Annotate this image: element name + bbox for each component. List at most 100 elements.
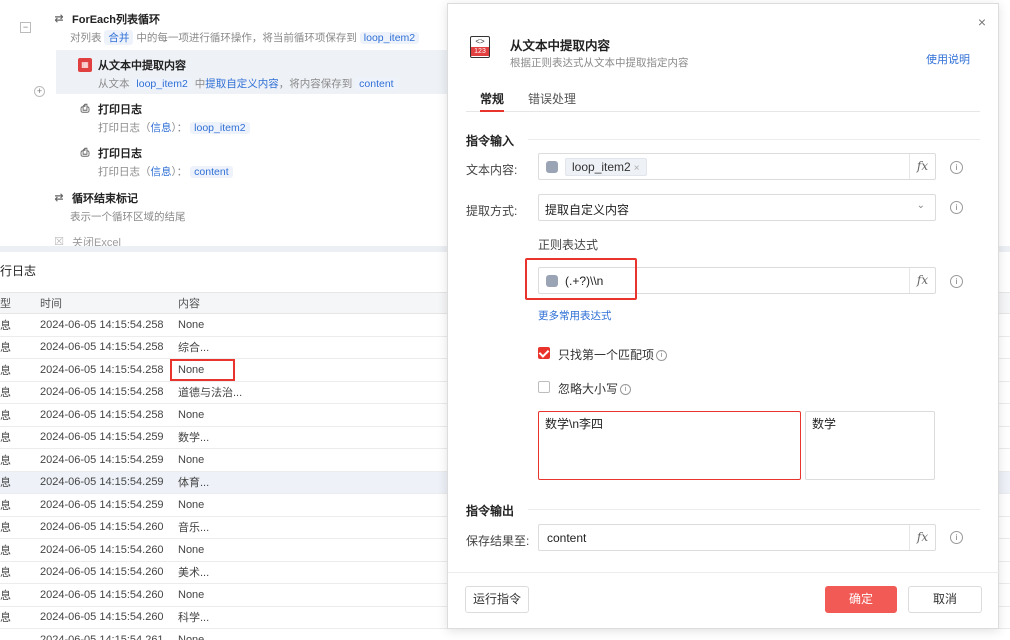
- ok-button[interactable]: 确定: [825, 586, 897, 613]
- cell-content: None: [178, 498, 205, 511]
- step-title: 打印日志: [98, 104, 142, 116]
- cell-type: 息: [0, 544, 11, 557]
- collapse-toggle[interactable]: −: [20, 22, 31, 33]
- cell-type: 息: [0, 567, 11, 580]
- cell-type: 息: [0, 612, 11, 625]
- cell-content: 科学...: [178, 612, 210, 625]
- dialog-tabs: 常规 错误处理: [466, 90, 980, 112]
- table-row[interactable]: 2024-06-05 14:15:54.261 None: [0, 629, 1010, 640]
- cell-time: 2024-06-05 14:15:54.259: [40, 476, 164, 489]
- cell-content: 体育...: [178, 477, 210, 490]
- step-title: 循环结束标记: [72, 193, 138, 205]
- section-input-title: 指令输入: [466, 134, 515, 148]
- flow-step-loop-end[interactable]: ⇄ 循环结束标记 表示一个循环区域的结尾: [52, 190, 452, 224]
- highlight-box-regex: [525, 258, 637, 300]
- cancel-button[interactable]: 取消: [908, 586, 982, 613]
- loop-icon: ⇄: [54, 13, 64, 25]
- cell-time: 2024-06-05 14:15:54.258: [40, 341, 164, 354]
- step-desc: 从文本 loop_item2 中提取自定义内容，将内容保存到 content: [78, 76, 478, 91]
- extract-text-icon: <> 123: [470, 36, 490, 58]
- info-icon[interactable]: i: [950, 161, 963, 174]
- dialog-footer-divider: [448, 572, 1000, 573]
- print-icon: ⎙: [80, 103, 90, 115]
- fx-button[interactable]: fx: [909, 268, 935, 293]
- save-result-label: 保存结果至:: [466, 534, 530, 548]
- cell-time: 2024-06-05 14:15:54.260: [40, 543, 164, 556]
- cell-time: 2024-06-05 14:15:54.258: [40, 363, 164, 376]
- ignore-case-checkbox[interactable]: [538, 381, 550, 393]
- fx-button[interactable]: fx: [909, 154, 935, 179]
- cell-content: None: [178, 588, 205, 601]
- col-time-header[interactable]: 时间: [34, 295, 174, 311]
- cell-content: 综合...: [178, 342, 210, 355]
- cell-time: 2024-06-05 14:15:54.258: [40, 386, 164, 399]
- cell-type: 息: [0, 432, 11, 445]
- cell-time: 2024-06-05 14:15:54.260: [40, 588, 164, 601]
- cell-time: 2024-06-05 14:15:54.260: [40, 611, 164, 624]
- cell-time: 2024-06-05 14:15:54.260: [40, 521, 164, 534]
- fx-button[interactable]: fx: [909, 525, 935, 550]
- save-result-field[interactable]: content fx: [538, 524, 936, 551]
- loop-end-icon: ⇄: [54, 192, 64, 204]
- section-divider: [528, 139, 980, 140]
- cell-time: 2024-06-05 14:15:54.259: [40, 431, 164, 444]
- flow-step-print-1[interactable]: ⎙ 打印日志 打印日志（信息）： loop_item2: [78, 101, 478, 135]
- step-desc: 对列表 合并 中的每一项进行循环操作，将当前循环项保存到 loop_item2: [52, 30, 452, 45]
- info-icon[interactable]: i: [950, 531, 963, 544]
- regex-label: 正则表达式: [538, 238, 599, 252]
- save-result-value: content: [547, 531, 587, 545]
- step-title: 打印日志: [98, 148, 142, 160]
- cell-type: 息: [0, 589, 11, 602]
- cell-time: 2024-06-05 14:15:54.260: [40, 566, 164, 579]
- dialog-subtitle: 根据正则表达式从文本中提取指定内容: [510, 57, 689, 69]
- cell-time: 2024-06-05 14:15:54.259: [40, 498, 164, 511]
- extract-method-select[interactable]: 提取自定义内容 ⌄: [538, 194, 936, 221]
- dialog-title: 从文本中提取内容: [510, 39, 611, 53]
- cell-content: None: [178, 318, 205, 331]
- section-output-title: 指令输出: [466, 504, 515, 518]
- cell-type: 息: [0, 454, 11, 467]
- cell-content: 音乐...: [178, 522, 210, 535]
- extract-method-value: 提取自定义内容: [545, 203, 630, 217]
- info-icon[interactable]: i: [950, 201, 963, 214]
- close-icon[interactable]: ×: [978, 14, 986, 30]
- extract-text-icon: ▦: [78, 58, 92, 72]
- variable-tag[interactable]: loop_item2 ×: [565, 158, 647, 176]
- flow-step-print-2[interactable]: ⎙ 打印日志 打印日志（信息）： content: [78, 145, 478, 179]
- add-step-button[interactable]: +: [34, 86, 45, 97]
- run-command-button[interactable]: 运行指令: [465, 586, 529, 613]
- tab-general[interactable]: 常规: [480, 90, 505, 112]
- ignore-case-label: 忽略大小写 i: [558, 380, 632, 397]
- flow-step-extract[interactable]: ▦ 从文本中提取内容 从文本 loop_item2 中提取自定义内容，将内容保存到…: [78, 57, 478, 91]
- cell-time: 2024-06-05 14:15:54.261: [40, 633, 164, 640]
- cell-content: None: [178, 633, 205, 640]
- cell-time: 2024-06-05 14:15:54.258: [40, 318, 164, 331]
- cell-type: 息: [0, 522, 11, 535]
- extract-text-dialog: × <> 123 从文本中提取内容 根据正则表达式从文本中提取指定内容 使用说明 …: [447, 3, 1000, 629]
- cell-type: 息: [0, 319, 11, 332]
- info-icon[interactable]: i: [950, 275, 963, 288]
- info-icon: i: [620, 384, 632, 396]
- col-type-header[interactable]: 型: [0, 295, 34, 311]
- tab-error-handling[interactable]: 错误处理: [528, 90, 576, 107]
- help-link[interactable]: 使用说明: [926, 51, 970, 67]
- step-title: 从文本中提取内容: [98, 60, 186, 72]
- cell-content: 数学...: [178, 432, 210, 445]
- col-content-header[interactable]: 内容: [174, 295, 200, 311]
- more-regex-link[interactable]: 更多常用表达式: [538, 308, 612, 323]
- remove-tag-icon[interactable]: ×: [634, 163, 640, 174]
- cell-content: 道德与法治...: [178, 387, 243, 400]
- step-desc: 打印日志（信息）： content: [78, 164, 478, 179]
- print-icon: ⎙: [80, 147, 90, 159]
- step-desc: 打印日志（信息）： loop_item2: [78, 120, 478, 135]
- first-match-label: 只找第一个匹配项 i: [558, 346, 668, 363]
- step-desc: 表示一个循环区域的结尾: [70, 211, 186, 223]
- cell-type: 息: [0, 499, 11, 512]
- text-content-label: 文本内容:: [466, 163, 518, 177]
- app-root: − + ⇄ ForEach列表循环 对列表 合并 中的每一项进行循环操作，将当前循…: [0, 0, 1010, 640]
- text-content-field[interactable]: loop_item2 × fx: [538, 153, 936, 180]
- section-divider: [528, 509, 980, 510]
- flow-step-foreach[interactable]: ⇄ ForEach列表循环 对列表 合并 中的每一项进行循环操作，将当前循环项保存…: [52, 11, 452, 45]
- first-match-checkbox[interactable]: [538, 347, 550, 359]
- test-input-textarea[interactable]: 数学\n李四: [538, 411, 801, 480]
